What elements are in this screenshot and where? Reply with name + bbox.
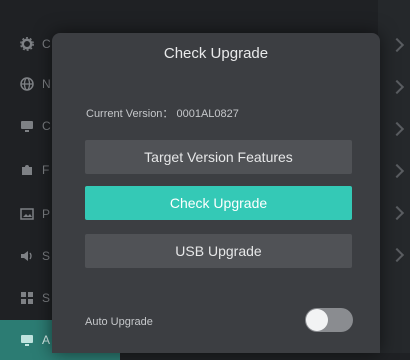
sidebar-item-network[interactable]: N bbox=[0, 64, 52, 104]
grid-icon bbox=[20, 291, 34, 305]
sidebar-item-label: S bbox=[42, 291, 51, 305]
sidebar-item-system[interactable]: S bbox=[0, 278, 52, 318]
chevron-right-icon bbox=[389, 163, 405, 179]
chevron-right-icon bbox=[389, 121, 405, 137]
settings-sidebar: C N C F P S S A bbox=[0, 0, 120, 360]
sidebar-item-label: F bbox=[42, 163, 50, 177]
auto-upgrade-toggle[interactable] bbox=[305, 308, 353, 332]
sidebar-item-features[interactable]: F bbox=[0, 150, 52, 190]
chevron-right-icon bbox=[389, 79, 405, 95]
sidebar-item-picture[interactable]: P bbox=[0, 194, 52, 234]
usb-upgrade-button[interactable]: USB Upgrade bbox=[85, 234, 352, 268]
sidebar-item-display[interactable]: C bbox=[0, 106, 52, 146]
auto-upgrade-label: Auto Upgrade bbox=[85, 316, 153, 328]
toggle-knob bbox=[306, 309, 328, 331]
upgrade-icon bbox=[20, 333, 34, 347]
sidebar-item-label: S bbox=[42, 249, 51, 263]
target-version-features-button[interactable]: Target Version Features bbox=[85, 140, 352, 174]
globe-icon bbox=[20, 77, 34, 91]
sidebar-item-sound[interactable]: S bbox=[0, 236, 52, 276]
chevron-right-icon bbox=[389, 247, 405, 263]
display-icon bbox=[20, 119, 34, 133]
puzzle-icon bbox=[20, 163, 34, 177]
sidebar-item-label: P bbox=[42, 207, 51, 221]
sidebar-item-label: C bbox=[42, 119, 51, 133]
image-icon bbox=[20, 207, 34, 221]
sidebar-item-general[interactable]: C bbox=[0, 24, 52, 64]
speaker-icon bbox=[20, 249, 34, 263]
sidebar-item-label: A bbox=[42, 333, 51, 347]
gear-icon bbox=[20, 37, 34, 51]
check-upgrade-dialog: Check Upgrade Current Version： 0001AL082… bbox=[52, 33, 380, 353]
chevron-right-icon bbox=[389, 37, 405, 53]
background-right-panel bbox=[378, 0, 410, 353]
sidebar-item-label: N bbox=[42, 77, 51, 91]
dialog-title: Check Upgrade bbox=[163, 45, 269, 62]
sidebar-item-label: C bbox=[42, 37, 51, 51]
chevron-right-icon bbox=[389, 205, 405, 221]
check-upgrade-button[interactable]: Check Upgrade bbox=[85, 186, 352, 220]
current-version-text: Current Version： 0001AL0827 bbox=[86, 108, 239, 120]
